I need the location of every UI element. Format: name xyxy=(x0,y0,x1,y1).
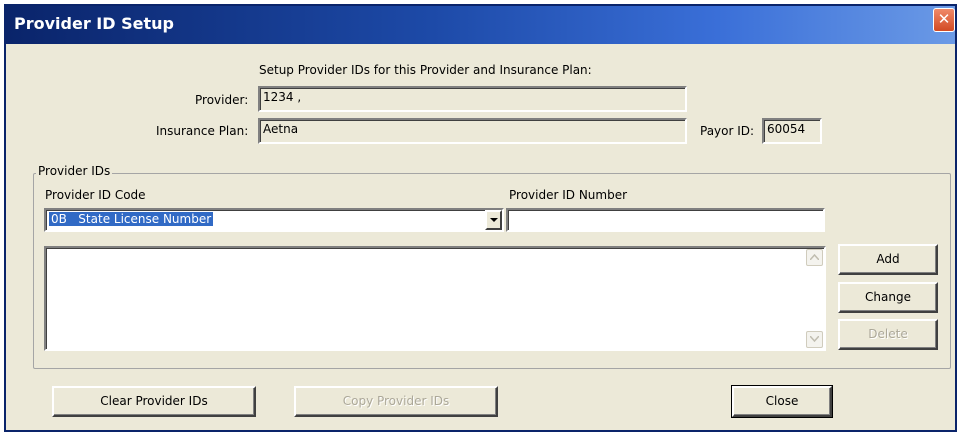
chevron-down-icon[interactable] xyxy=(485,210,502,230)
provider-id-number-label: Provider ID Number xyxy=(509,188,628,202)
provider-label: Provider: xyxy=(195,93,249,107)
instruction-text: Setup Provider IDs for this Provider and… xyxy=(259,63,592,77)
insurance-plan-value: Aetna xyxy=(263,122,299,136)
provider-ids-legend: Provider IDs xyxy=(36,164,113,178)
scroll-up-icon[interactable] xyxy=(806,249,823,266)
insurance-plan-field: Aetna xyxy=(258,118,687,144)
provider-id-code-label: Provider ID Code xyxy=(45,188,146,202)
delete-button[interactable]: Delete xyxy=(838,319,938,350)
copy-provider-ids-button[interactable]: Copy Provider IDs xyxy=(294,386,498,417)
payor-id-field: 60054 xyxy=(762,118,822,144)
provider-field: 1234 , xyxy=(258,86,687,112)
provider-id-number-input[interactable] xyxy=(506,208,825,232)
close-button[interactable]: Close xyxy=(731,385,833,418)
payor-id-label: Payor ID: xyxy=(700,124,755,138)
scroll-down-icon[interactable] xyxy=(806,331,823,348)
provider-ids-list[interactable] xyxy=(44,246,826,351)
title-bar[interactable]: Provider ID Setup ✕ xyxy=(6,6,955,44)
dialog-window: Provider ID Setup ✕ Setup Provider IDs f… xyxy=(4,4,957,432)
payor-id-value: 60054 xyxy=(767,122,806,136)
provider-id-code-selected: 0B State License Number xyxy=(49,212,214,226)
provider-id-code-select[interactable]: 0B State License Number xyxy=(44,208,504,232)
provider-value: 1234 , xyxy=(263,90,302,104)
change-button[interactable]: Change xyxy=(838,282,938,313)
add-button[interactable]: Add xyxy=(838,244,938,275)
window-title: Provider ID Setup xyxy=(14,14,174,33)
clear-provider-ids-button[interactable]: Clear Provider IDs xyxy=(52,386,256,417)
close-icon[interactable]: ✕ xyxy=(933,8,955,32)
insurance-plan-label: Insurance Plan: xyxy=(156,124,249,138)
